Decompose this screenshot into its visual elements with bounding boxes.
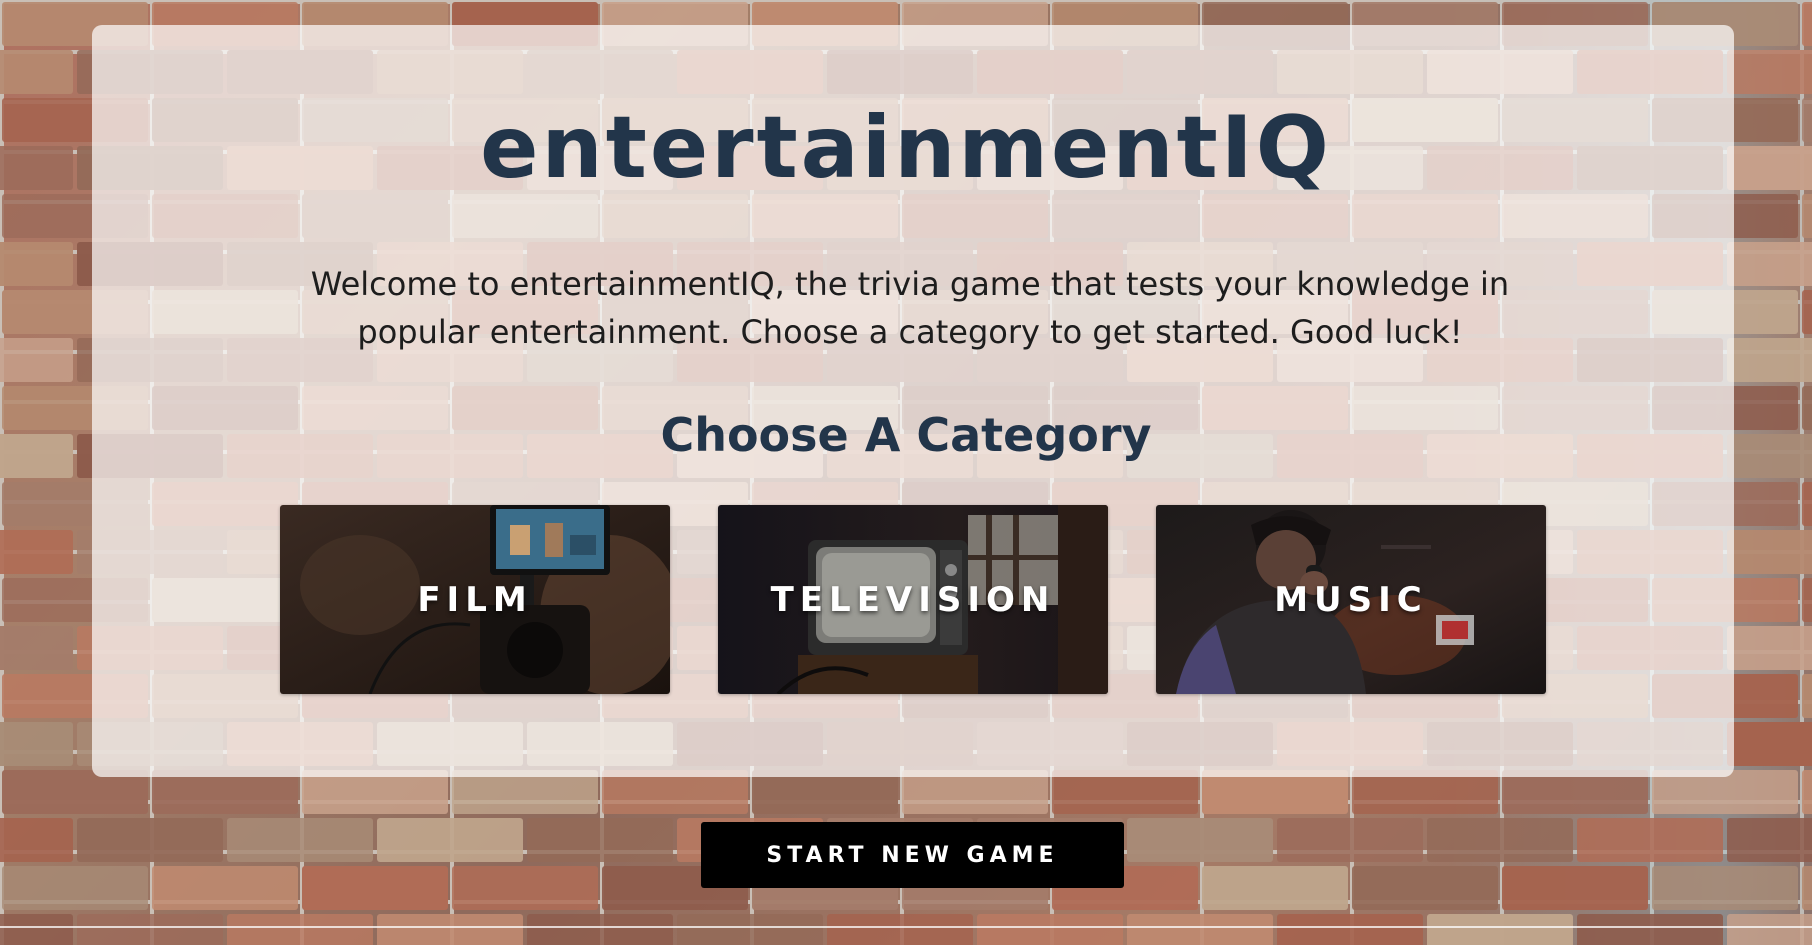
category-heading: Choose A Category (660, 408, 1152, 462)
category-card-film[interactable]: FILM (280, 505, 670, 694)
category-label-television: TELEVISION (770, 579, 1056, 620)
category-label-film: FILM (417, 579, 533, 620)
category-card-television[interactable]: TELEVISION (718, 505, 1108, 694)
category-label-music: MUSIC (1274, 579, 1428, 620)
start-new-game-button[interactable]: START NEW GAME (701, 822, 1124, 888)
app-title: entertainmentIQ (480, 98, 1332, 198)
footer-divider (0, 926, 1812, 928)
category-card-music[interactable]: MUSIC (1156, 505, 1546, 694)
intro-text: Welcome to entertainmentIQ, the trivia g… (310, 265, 1510, 351)
